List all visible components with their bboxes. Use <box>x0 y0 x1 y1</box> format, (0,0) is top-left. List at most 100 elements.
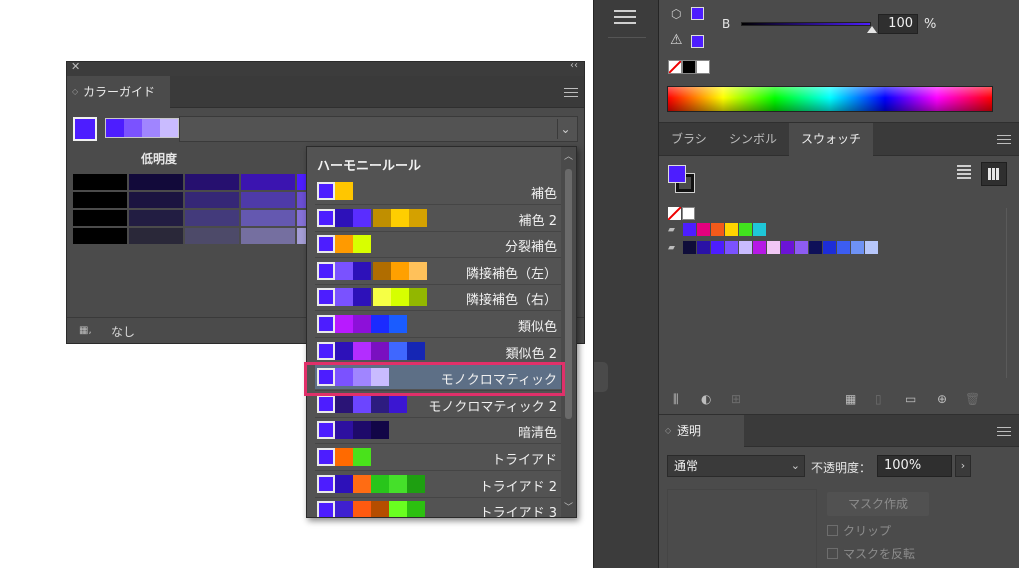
new-swatch-icon[interactable]: ⊕ <box>937 392 947 406</box>
scrollbar[interactable]: ︿ ﹀ <box>561 147 576 517</box>
tab-symbol[interactable]: シンボル <box>729 123 777 156</box>
harmony-rule-item[interactable]: 分裂補色 <box>315 232 561 256</box>
color-group-icon[interactable]: ▦ <box>845 392 856 406</box>
swatch[interactable] <box>781 241 794 254</box>
blend-mode-select[interactable]: 通常 ⌄ <box>667 455 805 477</box>
variation-swatch[interactable] <box>73 192 127 208</box>
swatch[interactable] <box>711 223 724 236</box>
swatch[interactable] <box>739 223 752 236</box>
grip-icon[interactable]: ◇ <box>665 415 671 447</box>
gamut-color-swatch[interactable] <box>691 35 704 48</box>
swatch[interactable] <box>753 223 766 236</box>
scroll-thumb[interactable] <box>565 169 572 419</box>
variation-swatch[interactable] <box>241 228 295 244</box>
base-color-swatch[interactable] <box>73 117 97 141</box>
harmony-rule-item[interactable]: トライアド 3 <box>315 498 561 517</box>
variation-swatch[interactable] <box>185 174 239 190</box>
strip-swatch[interactable] <box>160 119 178 137</box>
swatch[interactable] <box>753 241 766 254</box>
tab-color-guide[interactable]: ◇ カラーガイド <box>67 76 170 108</box>
swatch[interactable] <box>739 241 752 254</box>
harmony-rule-item[interactable]: トライアド 2 <box>315 472 561 496</box>
variation-swatch[interactable] <box>185 210 239 226</box>
dock-resize-handle[interactable] <box>594 362 608 392</box>
swatch[interactable] <box>823 241 836 254</box>
library-icon[interactable]: ⫼ <box>673 392 679 407</box>
edit-group-icon[interactable]: ▯ <box>875 392 882 406</box>
variation-swatch[interactable] <box>73 174 127 190</box>
harmony-rule-item[interactable]: トライアド <box>315 445 561 469</box>
harmony-dropdown[interactable]: ⌄ <box>179 116 578 142</box>
swatch-group-icon[interactable]: ▦, <box>79 325 92 336</box>
folder-icon[interactable]: ▰ <box>668 225 681 235</box>
harmony-rule-item[interactable]: 補色 <box>315 179 561 203</box>
variation-swatch[interactable] <box>185 228 239 244</box>
none-swatch-icon[interactable] <box>668 60 682 74</box>
variation-swatch[interactable] <box>129 174 183 190</box>
variation-swatch[interactable] <box>129 210 183 226</box>
fill-swatch[interactable] <box>668 165 686 183</box>
swatch[interactable] <box>795 241 808 254</box>
swatch[interactable] <box>865 241 878 254</box>
color-spectrum[interactable] <box>667 86 993 112</box>
make-mask-button[interactable]: マスク作成 <box>827 492 929 516</box>
harmony-strip[interactable] <box>105 118 179 138</box>
variation-swatch[interactable] <box>73 228 127 244</box>
3d-cube-icon[interactable]: ⬡ <box>671 7 681 21</box>
variation-swatch[interactable] <box>241 192 295 208</box>
trash-icon[interactable]: 🗑 <box>965 392 980 406</box>
chevron-right-icon[interactable]: › <box>955 455 971 477</box>
harmony-rule-item[interactable]: 隣接補色（左） <box>315 259 561 283</box>
list-view-icon[interactable] <box>957 165 971 179</box>
panel-menu-icon[interactable] <box>564 88 578 98</box>
swatch[interactable] <box>837 241 850 254</box>
harmony-rule-item[interactable]: 隣接補色（右） <box>315 285 561 309</box>
opacity-input[interactable]: 100% <box>877 455 952 477</box>
variation-swatch[interactable] <box>241 174 295 190</box>
strip-swatch[interactable] <box>142 119 160 137</box>
swatch[interactable] <box>851 241 864 254</box>
folder-icon[interactable]: ▰ <box>668 243 681 253</box>
swatch[interactable] <box>767 241 780 254</box>
strip-swatch[interactable] <box>106 119 124 137</box>
warning-icon[interactable]: ⚠ <box>670 32 683 48</box>
invert-mask-checkbox[interactable]: マスクを反転 <box>827 545 915 562</box>
tab-swatches[interactable]: スウォッチ <box>789 123 874 156</box>
swatch[interactable] <box>683 223 696 236</box>
b-slider[interactable] <box>741 22 871 26</box>
swatch[interactable] <box>683 241 696 254</box>
swatch[interactable] <box>725 223 738 236</box>
swatch[interactable] <box>725 241 738 254</box>
harmony-rule-item[interactable]: 類似色 2 <box>315 339 561 363</box>
none-swatch-icon[interactable] <box>668 207 681 220</box>
scrollbar[interactable] <box>1006 208 1007 378</box>
variation-swatch[interactable] <box>129 192 183 208</box>
scroll-up-icon[interactable]: ︿ <box>564 149 573 162</box>
tab-transparency[interactable]: ◇ 透明 <box>659 415 744 447</box>
web-color-swatch[interactable] <box>691 7 704 20</box>
swatch[interactable] <box>809 241 822 254</box>
show-kind-icon[interactable]: ◐ <box>701 392 711 406</box>
variation-swatch[interactable] <box>185 192 239 208</box>
close-icon[interactable]: ✕ <box>71 60 80 73</box>
chevron-down-icon[interactable]: ⌄ <box>557 119 573 139</box>
grid-view-icon[interactable] <box>981 162 1007 186</box>
harmony-rule-item[interactable]: 補色 2 <box>315 206 561 230</box>
variation-swatch[interactable] <box>241 210 295 226</box>
variation-swatch[interactable] <box>73 210 127 226</box>
tab-brush[interactable]: ブラシ <box>671 123 707 156</box>
panel-menu-icon[interactable] <box>997 135 1011 145</box>
scroll-down-icon[interactable]: ﹀ <box>564 500 573 513</box>
new-folder-icon[interactable]: ▭ <box>905 392 916 406</box>
swatch[interactable] <box>697 241 710 254</box>
grip-icon[interactable]: ◇ <box>72 76 78 108</box>
b-value-input[interactable]: 100 <box>878 14 918 34</box>
white-swatch[interactable] <box>696 60 710 74</box>
strip-swatch[interactable] <box>124 119 142 137</box>
clip-checkbox[interactable]: クリップ <box>827 522 891 539</box>
swatch[interactable] <box>697 223 710 236</box>
collapse-icon[interactable]: ‹‹ <box>570 60 578 71</box>
swatch-options-icon[interactable]: ⊞ <box>731 392 741 406</box>
registration-swatch-icon[interactable] <box>682 207 695 220</box>
black-swatch[interactable] <box>682 60 696 74</box>
